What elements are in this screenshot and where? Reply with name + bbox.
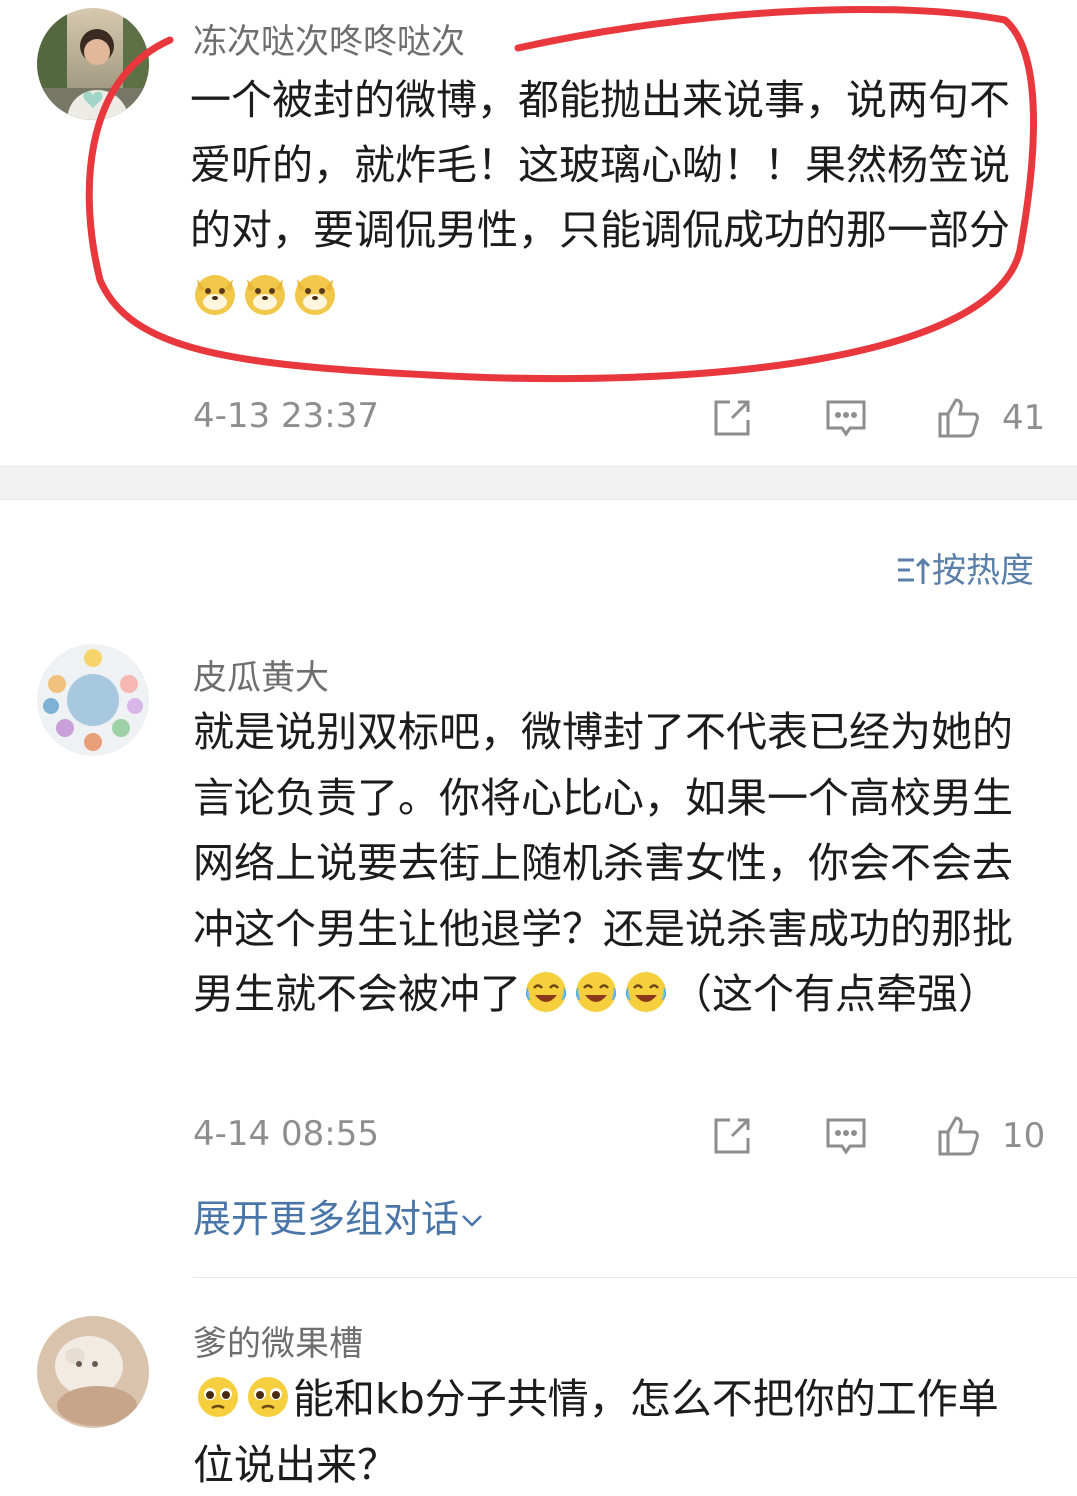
- username[interactable]: 爹的微果槽: [193, 1316, 363, 1365]
- like-icon[interactable]: [936, 396, 980, 440]
- avatar[interactable]: [37, 644, 149, 756]
- username[interactable]: 冻次哒次咚咚哒次: [193, 14, 465, 63]
- comment-item: 冻次哒次咚咚哒次 一个被封的微博，都能抛出来说事，说两句不爱听的，就炸毛！这玻璃…: [0, 0, 1077, 466]
- comment-icon[interactable]: [824, 1114, 868, 1158]
- comment-time: 4-13 23:37: [193, 396, 379, 436]
- sort-by-heat-button[interactable]: 按热度: [896, 543, 1034, 592]
- comment-time: 4-14 08:55: [193, 1114, 379, 1154]
- expand-conversation-link[interactable]: 展开更多组对话: [193, 1188, 485, 1243]
- share-icon[interactable]: [710, 396, 754, 440]
- like-icon[interactable]: [936, 1114, 980, 1158]
- sort-icon: [898, 557, 931, 584]
- share-icon[interactable]: [710, 1114, 754, 1158]
- laugh-cry-emoji: [525, 972, 567, 1012]
- divider: [193, 1277, 1077, 1278]
- expand-label: 展开更多组对话: [193, 1197, 460, 1241]
- doge-emoji: [245, 275, 285, 315]
- pleading-emoji: [198, 1377, 238, 1417]
- doge-emoji: [295, 275, 335, 315]
- chevron-down-icon: [462, 1215, 482, 1227]
- sort-label: 按热度: [932, 551, 1034, 591]
- comment-text-tail: （这个有点牵强）: [671, 970, 999, 1018]
- comment-text: 就是说别双标吧，微博封了不代表已经为她的言论负责了。你将心比心，如果一个高校男生…: [193, 700, 1013, 1100]
- comment-icon[interactable]: [824, 396, 868, 440]
- comment-meta: 4-14 08:55 10: [0, 1114, 1077, 1164]
- comment-text-content: 能和kb分子共情，怎么不把你的工作单位说出来？: [193, 1375, 999, 1489]
- like-count: 41: [1002, 398, 1046, 438]
- section-divider: [0, 466, 1077, 500]
- comment-meta: 4-13 23:37 41: [0, 396, 1077, 446]
- laugh-cry-emoji: [575, 972, 617, 1012]
- laugh-cry-emoji: [625, 972, 667, 1012]
- comment-text: 能和kb分子共情，怎么不把你的工作单位说出来？: [193, 1366, 1023, 1496]
- comment-item: 皮瓜黄大 就是说别双标吧，微博封了不代表已经为她的言论负责了。你将心比心，如果一…: [0, 630, 1077, 1270]
- doge-emoji-group: [190, 271, 340, 319]
- comment-text: 一个被封的微博，都能抛出来说事，说两句不爱听的，就炸毛！这玻璃心呦！！果然杨笠说…: [190, 68, 1040, 338]
- avatar[interactable]: [37, 8, 149, 120]
- comment-text-content: 一个被封的微博，都能抛出来说事，说两句不爱听的，就炸毛！这玻璃心呦！！果然杨笠说…: [190, 76, 1010, 254]
- pleading-emoji: [248, 1377, 288, 1417]
- avatar[interactable]: [37, 1316, 149, 1428]
- username[interactable]: 皮瓜黄大: [193, 650, 329, 699]
- doge-emoji: [195, 275, 235, 315]
- comment-item: 爹的微果槽 能和kb分子共情，怎么不把你的工作单位说出来？: [0, 1300, 1077, 1494]
- like-count: 10: [1002, 1116, 1046, 1156]
